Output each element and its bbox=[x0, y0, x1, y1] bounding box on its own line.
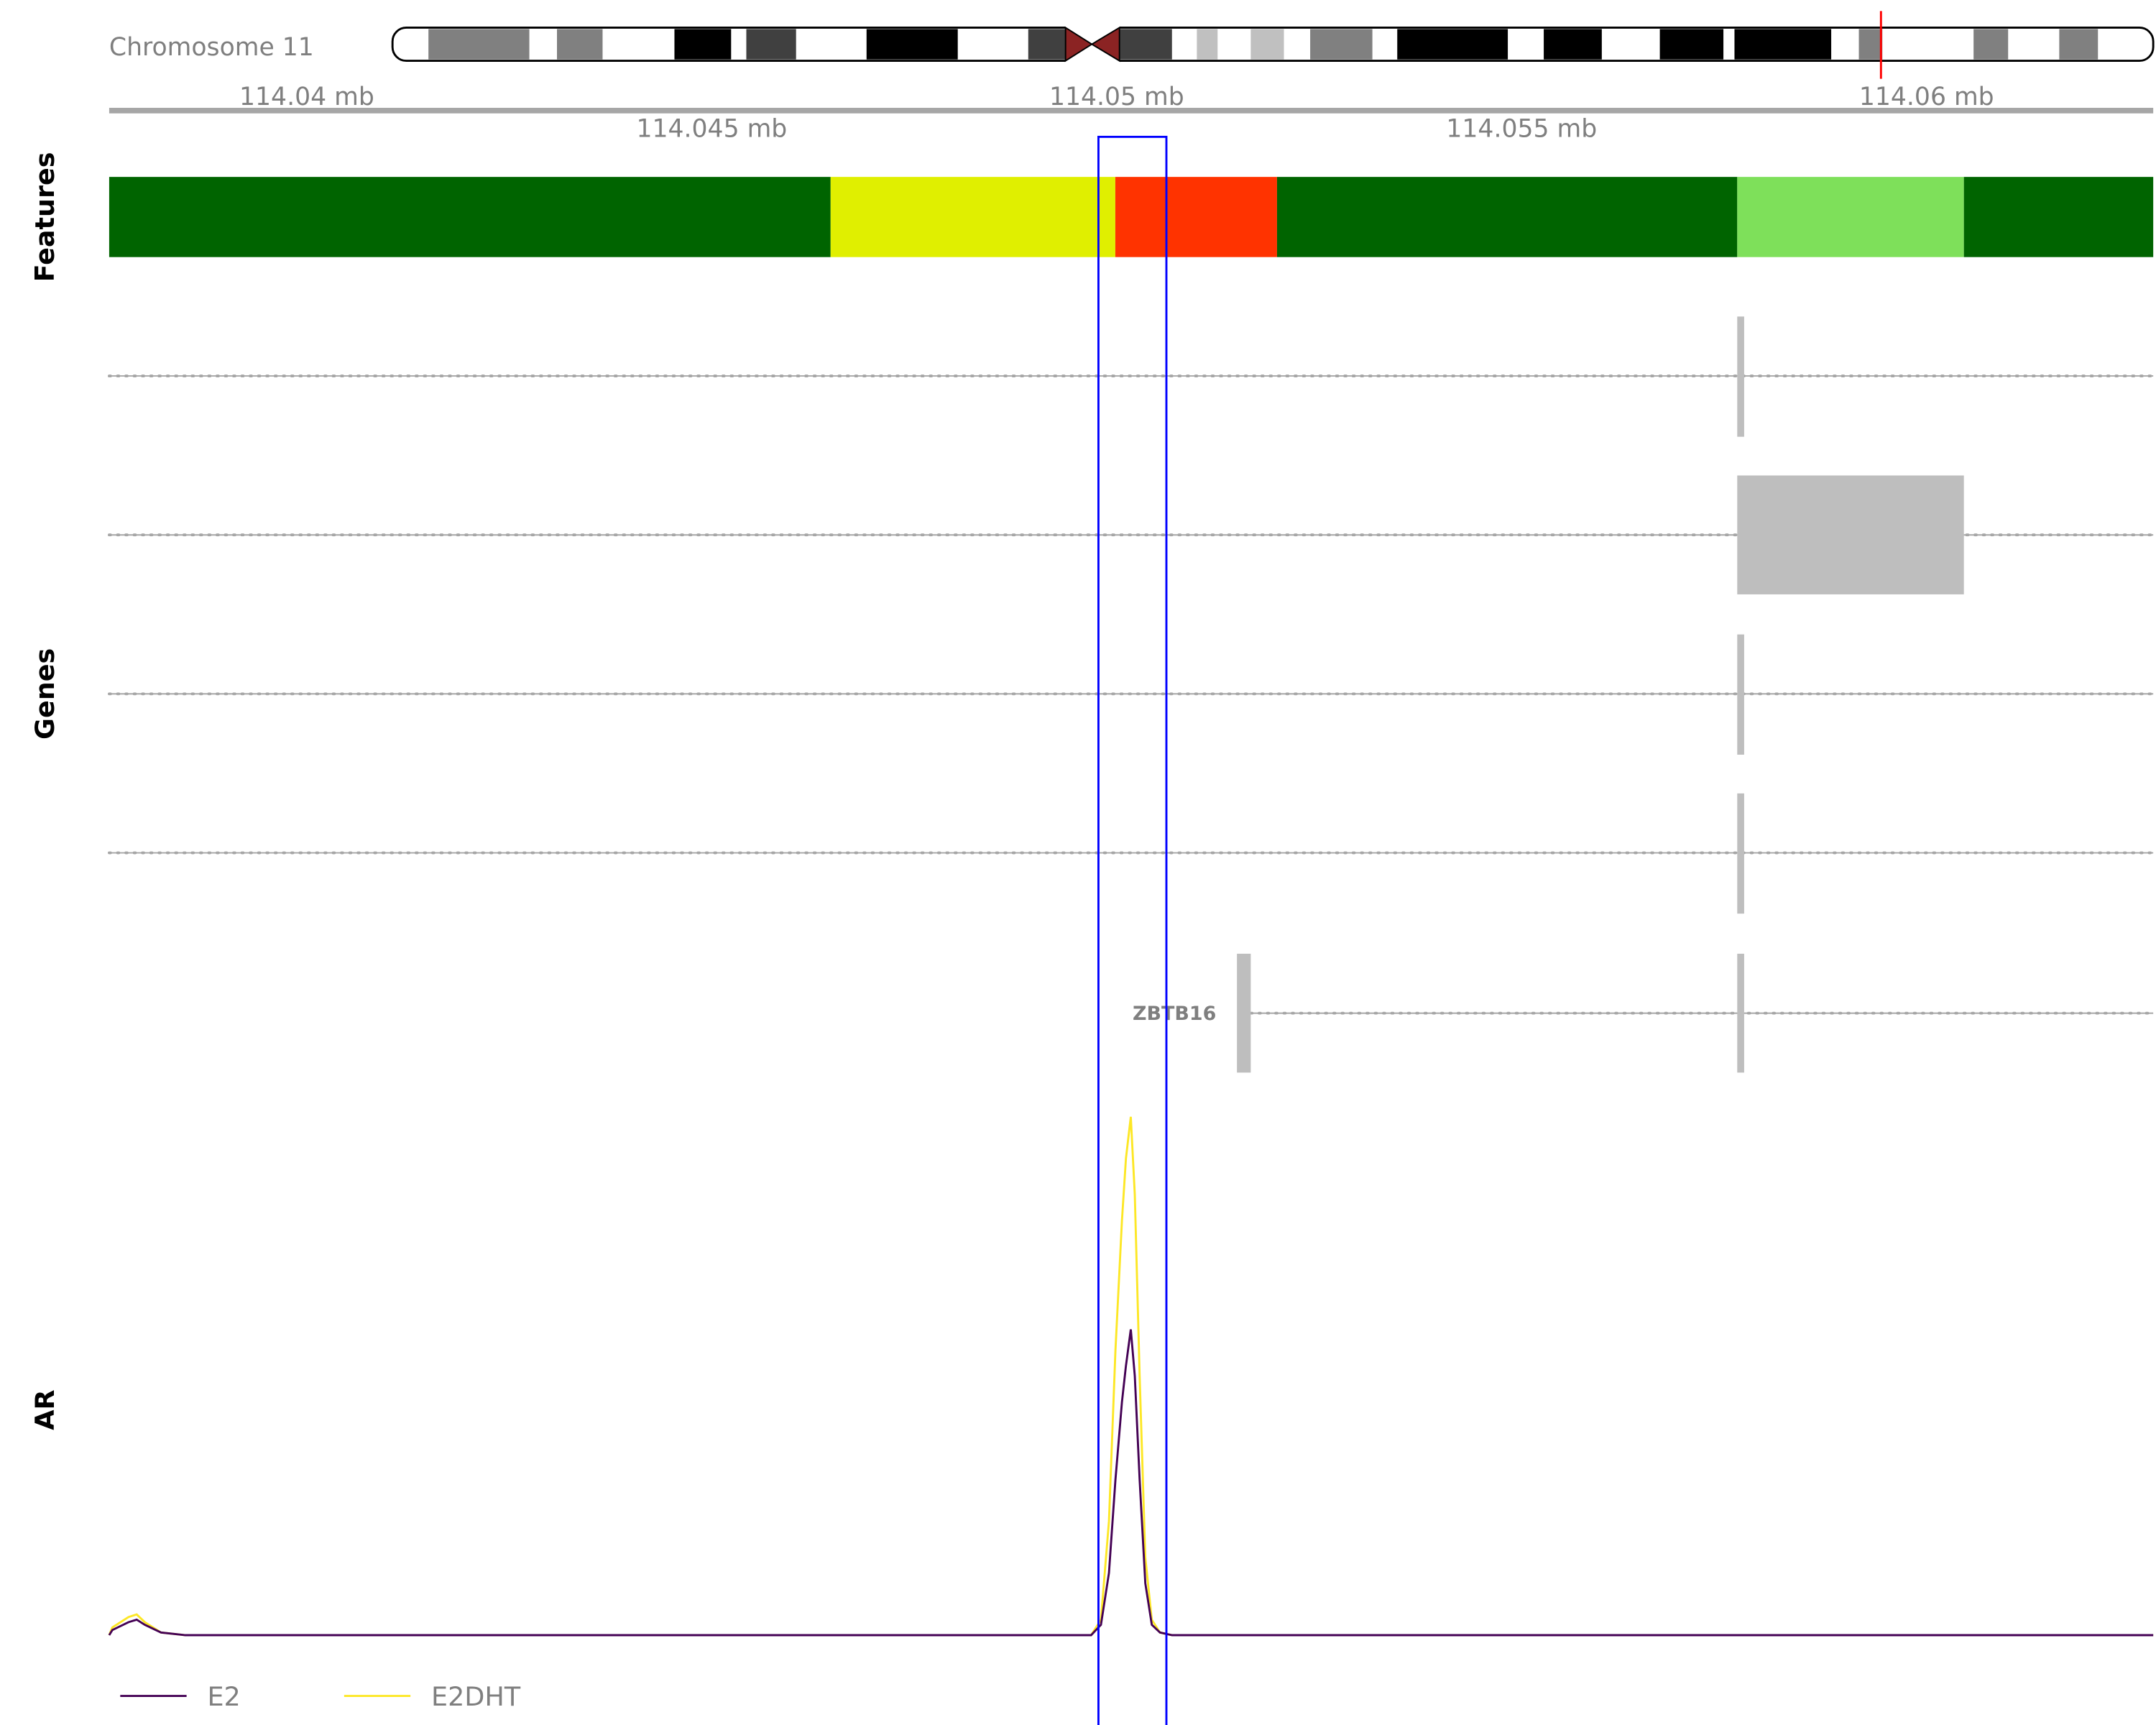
cytoband bbox=[1119, 29, 1172, 60]
tick-label: 114.055 mb bbox=[1446, 114, 1597, 143]
feature-block bbox=[1115, 177, 1277, 257]
cytoband bbox=[1544, 29, 1602, 60]
series-line-e2dht bbox=[108, 1116, 2154, 1637]
exon bbox=[1237, 953, 1251, 1073]
genome-track-plot: Chromosome 11 114.04 mb 114.05 mb 114.06… bbox=[0, 0, 2156, 1725]
cytoband bbox=[557, 29, 603, 60]
cytoband bbox=[1250, 29, 1284, 60]
legend-label-e2: E2 bbox=[207, 1681, 240, 1712]
exon bbox=[1737, 634, 1744, 755]
track-label-features: Features bbox=[29, 152, 60, 282]
legend-label-e2dht: E2DHT bbox=[431, 1681, 521, 1712]
feature-block bbox=[109, 177, 831, 257]
feature-block bbox=[1963, 177, 2154, 257]
exon bbox=[1737, 953, 1744, 1073]
feature-block bbox=[1737, 177, 1964, 257]
cytoband bbox=[1858, 29, 1883, 60]
cytoband bbox=[1659, 29, 1724, 60]
cytoband bbox=[1197, 29, 1218, 60]
track-label-ar: AR bbox=[29, 1389, 60, 1430]
chromosome-ideogram bbox=[391, 20, 2155, 68]
cytoband bbox=[1310, 29, 1373, 60]
cytoband bbox=[1028, 29, 1066, 60]
feature-block bbox=[1276, 177, 1738, 257]
ar-signal-track bbox=[108, 1116, 2154, 1637]
cytoband bbox=[2059, 29, 2099, 60]
tick-label: 114.045 mb bbox=[636, 114, 787, 143]
cytoband bbox=[1973, 29, 2009, 60]
plot-canvas: Chromosome 11 114.04 mb 114.05 mb 114.06… bbox=[29, 11, 2155, 1725]
tick-label: 114.05 mb bbox=[1049, 83, 1184, 111]
feature-block bbox=[830, 177, 1115, 257]
exon bbox=[1737, 316, 1744, 437]
cytoband bbox=[674, 29, 732, 60]
exon bbox=[1737, 475, 1964, 594]
cytoband bbox=[866, 29, 958, 60]
chromosome-label: Chromosome 11 bbox=[109, 33, 314, 62]
genes-track bbox=[108, 316, 2155, 1073]
features-track bbox=[109, 177, 2154, 257]
tick-label: 114.06 mb bbox=[1859, 83, 1994, 111]
gene-label: ZBTB16 bbox=[1133, 1003, 1216, 1025]
cytoband bbox=[1397, 29, 1508, 60]
tick-label: 114.04 mb bbox=[239, 83, 374, 111]
series-line-e2 bbox=[108, 1329, 2154, 1637]
cytoband bbox=[1734, 29, 1832, 60]
cytoband bbox=[428, 29, 530, 60]
track-label-genes: Genes bbox=[29, 648, 60, 740]
exon bbox=[1737, 793, 1744, 914]
cytoband bbox=[746, 29, 796, 60]
